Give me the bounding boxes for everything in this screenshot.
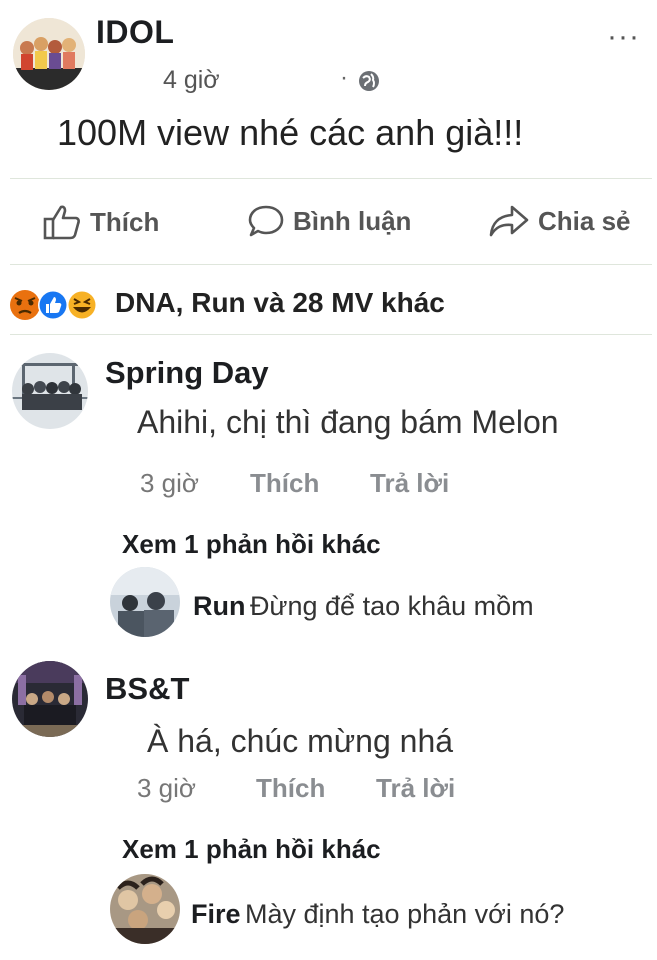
page-avatar[interactable] (13, 18, 85, 90)
more-options-icon[interactable]: ··· (607, 20, 640, 54)
comment-label: Bình luận (293, 205, 412, 236)
angry-icon (10, 290, 40, 320)
like-label: Thích (90, 206, 160, 237)
reply-text: Mày định tạo phản với nó? (244, 899, 565, 929)
post-timestamp[interactable]: 4 giờ (163, 66, 220, 95)
divider (10, 178, 652, 179)
privacy-separator: · (340, 64, 348, 91)
comment-icon (248, 205, 284, 237)
thumbs-up-icon (43, 205, 80, 240)
comment-time: 3 giờ (140, 468, 199, 498)
haha-icon (67, 290, 97, 320)
see-more-replies-link[interactable]: Xem 1 phản hồi khác (122, 834, 381, 865)
share-label: Chia sẻ (538, 205, 631, 236)
post-text: 100M view nhé các anh già!!! (57, 112, 524, 153)
comment-like-button[interactable]: Thích (256, 773, 325, 804)
comment-author-name[interactable]: Spring Day (105, 355, 269, 391)
post-author-name[interactable]: IDOL (96, 14, 174, 51)
reply-author-name[interactable]: Fire (191, 899, 241, 929)
reaction-summary[interactable]: DNA, Run và 28 MV khác (115, 287, 445, 319)
comment-time: 3 giờ (137, 773, 196, 803)
see-more-replies-link[interactable]: Xem 1 phản hồi khác (122, 529, 381, 560)
comment-avatar[interactable] (12, 353, 88, 429)
comment-reply-button[interactable]: Trả lời (376, 773, 455, 804)
reply-avatar[interactable] (110, 567, 180, 637)
comment-text: Ahihi, chị thì đang bám Melon (137, 404, 559, 440)
divider (10, 264, 652, 265)
comment-reply-button[interactable]: Trả lời (370, 468, 449, 499)
reply-preview[interactable]: Fire Mày định tạo phản với nó? (191, 899, 564, 930)
reply-author-name[interactable]: Run (193, 591, 245, 621)
reply-text: Đừng để tao khâu mồm (249, 591, 534, 621)
comment-text: À há, chúc mừng nhá (147, 723, 454, 759)
comment-button[interactable]: Bình luận (247, 203, 411, 239)
globe-icon (359, 71, 379, 91)
comment-avatar[interactable] (12, 661, 88, 737)
like-icon (38, 290, 68, 320)
comment-like-button[interactable]: Thích (250, 468, 319, 499)
like-button[interactable]: Thích (42, 203, 159, 241)
comment-author-name[interactable]: BS&T (105, 671, 189, 707)
share-button[interactable]: Chia sẻ (488, 203, 631, 239)
reply-avatar[interactable] (110, 874, 180, 944)
reaction-icons[interactable] (8, 288, 106, 322)
divider (10, 334, 652, 335)
share-icon (489, 205, 529, 237)
reply-preview[interactable]: Run Đừng để tao khâu mồm (193, 591, 534, 622)
